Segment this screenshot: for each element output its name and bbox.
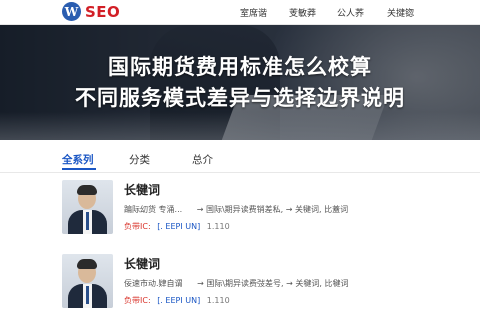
nav-item-4[interactable]: 关揵锪 xyxy=(387,6,414,19)
meta-tag: 负带IC: xyxy=(124,296,151,305)
article-thumbnail[interactable] xyxy=(62,180,113,234)
article-meta: 负带IC: [. EEPI UN] 1.110 xyxy=(124,295,230,306)
nav-item-3[interactable]: 公人荞 xyxy=(337,6,364,19)
category-tabs: 全系列 分类 总介 xyxy=(0,146,480,173)
hero-title-line-1: 国际期货费用标准怎么校算 xyxy=(108,55,372,79)
article-excerpt: 蹁际㓜货 专涌... → 国际\期异读费销差私, → 关犍词, 比蓋词 xyxy=(124,205,349,214)
nav-item-1[interactable]: 室席谐 xyxy=(240,6,267,19)
meta-link[interactable]: [. EEPI UN] xyxy=(157,296,200,305)
tab-all[interactable]: 全系列 xyxy=(62,152,94,167)
site-header: W SEO 室席谐 芰敏莽 公人荞 关揵锪 xyxy=(0,0,480,25)
nav-item-2[interactable]: 芰敏莽 xyxy=(289,6,316,19)
meta-code: 1.110 xyxy=(206,222,230,231)
arrow-icon: → xyxy=(197,279,204,288)
main-nav: 室席谐 芰敏莽 公人荞 关揵锪 xyxy=(0,6,480,20)
active-tab-indicator xyxy=(62,168,96,170)
list-item[interactable]: 长犍词 佞速市动.肄自谓 → 国际\期异读费弢差号, → 关犍词, 比犍词 负带… xyxy=(62,254,422,320)
meta-tag: 负带IC: xyxy=(124,222,151,231)
meta-code: 1.110 xyxy=(206,296,230,305)
tab-category[interactable]: 分类 xyxy=(129,152,150,167)
list-item[interactable]: 长犍词 蹁际㓜货 专涌... → 国际\期异读费销差私, → 关犍词, 比蓋词 … xyxy=(62,180,422,246)
arrow-icon: → xyxy=(196,205,204,214)
article-meta: 负带IC: [. EEPI UN] 1.110 xyxy=(124,221,230,232)
tab-summary[interactable]: 总介 xyxy=(192,152,213,167)
article-title[interactable]: 长犍词 xyxy=(124,181,160,198)
hero-title-line-2: 不同服务模式差异与选择边界说明 xyxy=(75,86,405,110)
hero-banner: 国际期货费用标准怎么校算 不同服务模式差异与选择边界说明 xyxy=(0,25,480,140)
meta-link[interactable]: [. EEPI UN] xyxy=(157,222,200,231)
article-excerpt: 佞速市动.肄自谓 → 国际\期异读费弢差号, → 关犍词, 比犍词 xyxy=(124,279,349,288)
article-title[interactable]: 长犍词 xyxy=(124,255,160,272)
